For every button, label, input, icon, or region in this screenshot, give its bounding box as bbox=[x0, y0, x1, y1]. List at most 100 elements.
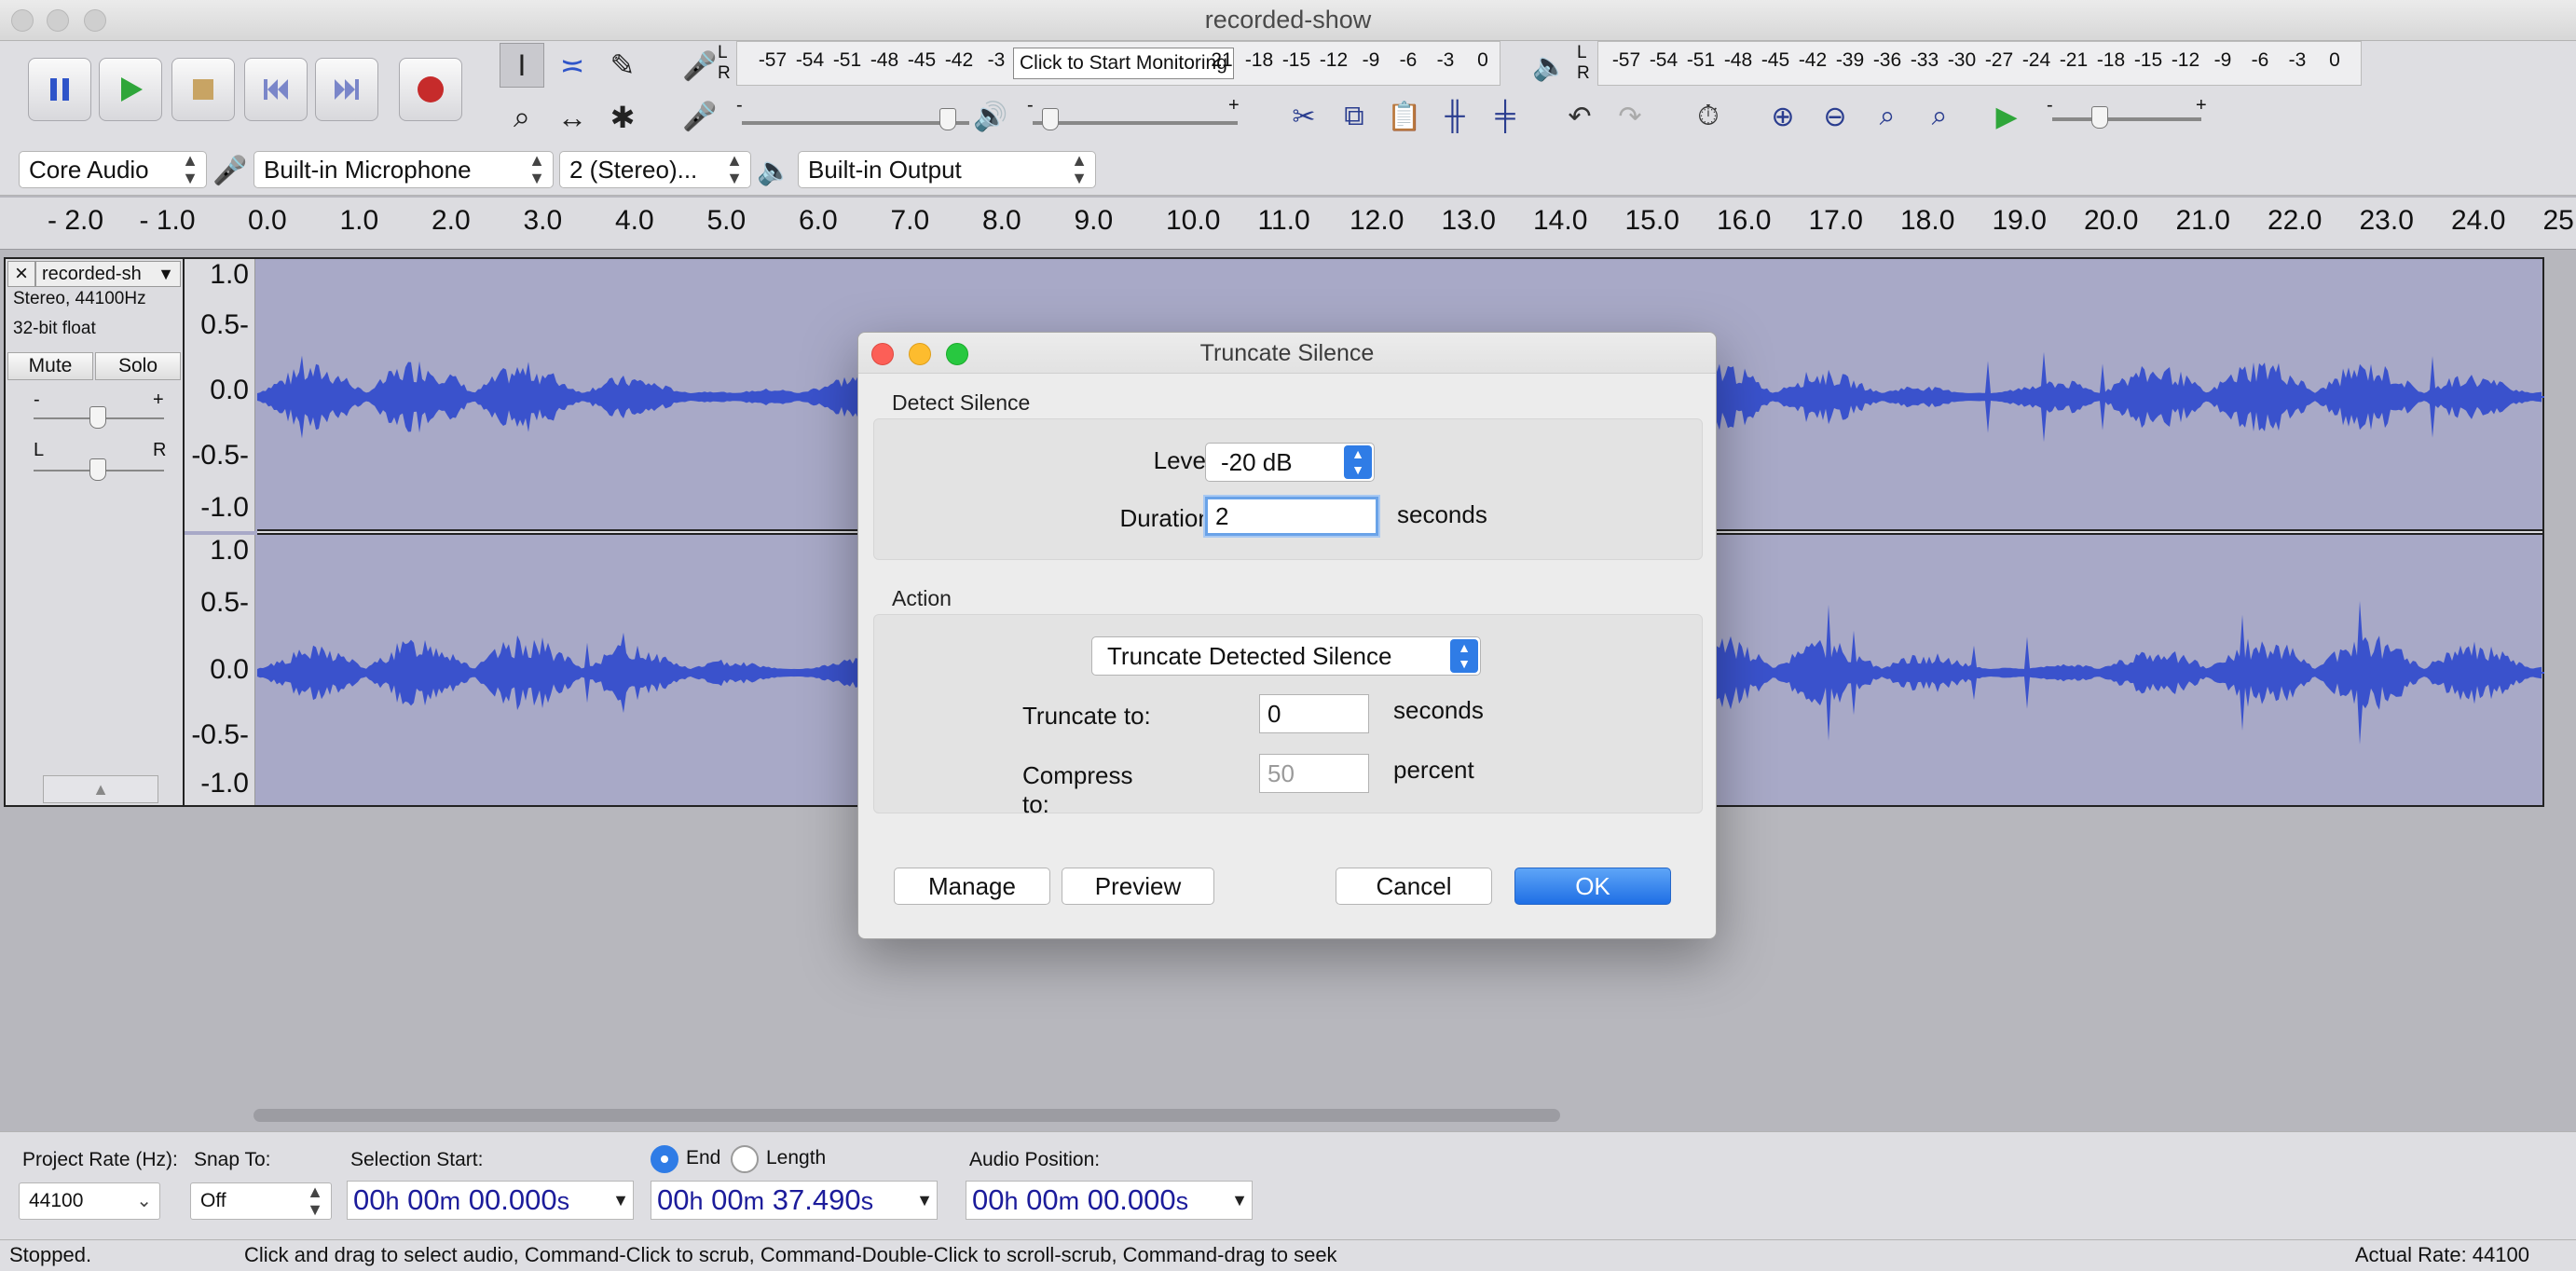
play-speed-track[interactable] bbox=[2052, 117, 2201, 121]
record-meter[interactable]: -57 -54 -51 -48 -45 -42 -3 Click to Star… bbox=[736, 41, 1500, 86]
play-at-speed-button[interactable]: ▶ bbox=[1985, 95, 2028, 138]
record-icon bbox=[418, 76, 444, 102]
pan-slider[interactable] bbox=[89, 458, 106, 481]
envelope-icon: ≍ bbox=[559, 48, 585, 82]
envelope-tool-button[interactable]: ≍ bbox=[550, 43, 595, 88]
ruler-tick-label: 14.0 bbox=[1533, 205, 1588, 236]
stop-button[interactable] bbox=[171, 58, 235, 121]
zoom-in-icon: ⊕ bbox=[1771, 101, 1795, 132]
preview-button[interactable]: Preview bbox=[1062, 868, 1214, 905]
end-radio[interactable] bbox=[651, 1145, 678, 1173]
solo-button[interactable]: Solo bbox=[95, 352, 181, 380]
play-speed-slider[interactable] bbox=[2091, 106, 2108, 129]
copy-icon: ⧉ bbox=[1344, 101, 1364, 131]
selection-toolbar: Project Rate (Hz): 44100 ⌄ Snap To: Off ▲ ▼… bbox=[0, 1131, 2576, 1239]
input-volume-slider[interactable] bbox=[939, 108, 956, 130]
play-button[interactable] bbox=[99, 58, 162, 121]
vertical-ruler-left-channel: 1.0 0.5- 0.0 -0.5- -1.0 bbox=[185, 259, 255, 531]
device-toolbar: Core Audio ▲ ▼ 🎤 Built-in Microphone ▲ ▼ 2 (… bbox=[0, 147, 1109, 194]
fit-project-icon: ⌕ bbox=[1931, 101, 1948, 131]
compress-to-input[interactable]: 50 bbox=[1259, 754, 1369, 793]
truncate-to-input[interactable]: 0 bbox=[1259, 694, 1369, 733]
snap-to-select[interactable]: Off ▲ ▼ bbox=[190, 1182, 332, 1220]
output-volume-track[interactable] bbox=[1033, 121, 1238, 125]
mute-button[interactable]: Mute bbox=[7, 352, 93, 380]
input-volume-track[interactable] bbox=[742, 121, 969, 125]
copy-button[interactable]: ⧉ bbox=[1333, 95, 1376, 138]
record-meter-mic-icon[interactable]: 🎤 bbox=[678, 45, 721, 88]
collapse-track-button[interactable]: ▲ bbox=[43, 775, 158, 803]
redo-button[interactable]: ↷ bbox=[1609, 95, 1651, 138]
selection-start-time[interactable]: 00h 00m 00.000s ▼ bbox=[347, 1181, 634, 1220]
timeshift-tool-button[interactable]: ↔ bbox=[550, 95, 595, 140]
zoom-in-button[interactable]: ⊕ bbox=[1761, 95, 1804, 138]
undo-button[interactable]: ↶ bbox=[1558, 95, 1601, 138]
ruler-tick-label: 18.0 bbox=[1900, 205, 1955, 236]
record-button[interactable] bbox=[399, 58, 462, 121]
playback-meter[interactable]: -57 -54 -51 -48 -45 -42 -39 -36 -33 -30 … bbox=[1597, 41, 2362, 86]
end-radio-label: End bbox=[686, 1147, 721, 1168]
playback-device-select[interactable]: Built-in Output ▲ ▼ bbox=[798, 151, 1096, 188]
cut-button[interactable]: ✂ bbox=[1282, 95, 1325, 138]
gain-slider[interactable] bbox=[89, 406, 106, 429]
cancel-button[interactable]: Cancel bbox=[1336, 868, 1492, 905]
ruler-tick-label: 15.0 bbox=[1624, 205, 1679, 236]
skip-end-icon bbox=[335, 79, 359, 100]
zoom-out-button[interactable]: ⊖ bbox=[1814, 95, 1857, 138]
triangle-down-icon: ▼ bbox=[1231, 1191, 1248, 1210]
monitoring-tooltip[interactable]: Click to Start Monitoring bbox=[1013, 48, 1234, 79]
input-volume-mic-icon: 🎤 bbox=[682, 101, 718, 132]
ruler-tick-label: 7.0 bbox=[890, 205, 930, 236]
level-select[interactable]: -20 dB ▲ ▼ bbox=[1205, 443, 1375, 482]
ruler-tick-label: 5.0 bbox=[706, 205, 747, 236]
fit-project-button[interactable]: ⌕ bbox=[1918, 95, 1961, 138]
recording-channels-select[interactable]: 2 (Stereo)... ▲ ▼ bbox=[559, 151, 751, 188]
audio-host-select[interactable]: Core Audio ▲ ▼ bbox=[19, 151, 207, 188]
length-radio[interactable] bbox=[731, 1145, 759, 1173]
selection-tool-button[interactable]: I bbox=[500, 43, 544, 88]
fit-selection-button[interactable]: ⌕ bbox=[1866, 95, 1909, 138]
ruler-tick-label: 2.0 bbox=[432, 205, 471, 236]
skip-to-end-button[interactable] bbox=[315, 58, 378, 121]
output-volume-slider[interactable] bbox=[1042, 108, 1059, 130]
track-menu-button[interactable]: recorded-sh ▼ bbox=[35, 261, 181, 287]
ruler-tick-label: 4.0 bbox=[615, 205, 654, 236]
ruler-tick-label: 13.0 bbox=[1441, 205, 1496, 236]
ruler-tick-label: 3.0 bbox=[523, 205, 563, 236]
skip-to-start-button[interactable] bbox=[244, 58, 308, 121]
ok-button[interactable]: OK bbox=[1514, 868, 1671, 905]
close-track-button[interactable]: × bbox=[7, 261, 35, 287]
duration-unit: seconds bbox=[1397, 500, 1487, 528]
project-rate-select[interactable]: 44100 ⌄ bbox=[19, 1182, 160, 1220]
playback-meter-speaker-icon[interactable]: 🔈 bbox=[1528, 45, 1571, 88]
track-format-info: Stereo, 44100Hz bbox=[13, 289, 146, 308]
zoom-tool-button[interactable]: ⌕ bbox=[500, 95, 544, 140]
timeline-ruler[interactable]: - 2.0 - 1.0 0.0 1.0 2.0 3.0 4.0 5.0 6.0 7.0 8.0 9.0… bbox=[0, 198, 2576, 250]
multi-tool-button[interactable]: ✱ bbox=[600, 95, 645, 140]
pause-button[interactable] bbox=[28, 58, 91, 121]
skip-start-icon bbox=[264, 79, 288, 100]
chevron-updown-icon: ▲ ▼ bbox=[1344, 445, 1372, 479]
manage-button[interactable]: Manage bbox=[894, 868, 1050, 905]
horizontal-scrollbar[interactable] bbox=[253, 1109, 1560, 1122]
track-bitdepth-info: 32-bit float bbox=[13, 319, 96, 338]
ibeam-icon: I bbox=[517, 48, 527, 82]
playback-device-speaker-icon: 🔈 bbox=[757, 155, 792, 186]
compress-to-label: Compress to: bbox=[1022, 761, 1133, 818]
duration-input[interactable]: 2 bbox=[1205, 497, 1378, 536]
ruler-tick-label: 8.0 bbox=[982, 205, 1021, 236]
action-select[interactable]: Truncate Detected Silence ▲ ▼ bbox=[1091, 636, 1481, 676]
ruler-tick-label: 23.0 bbox=[2359, 205, 2414, 236]
paste-button[interactable]: 📋 bbox=[1383, 95, 1426, 138]
silence-button[interactable]: ╪ bbox=[1484, 95, 1527, 138]
selection-end-time[interactable]: 00h 00m 37.490s ▼ bbox=[651, 1181, 938, 1220]
audio-position-time[interactable]: 00h 00m 00.000s ▼ bbox=[966, 1181, 1253, 1220]
zoom-out-icon: ⊖ bbox=[1823, 101, 1847, 132]
sync-lock-button[interactable]: ⏱ bbox=[1687, 95, 1730, 138]
ruler-tick-label: 6.0 bbox=[799, 205, 838, 236]
trim-button[interactable]: ╫ bbox=[1433, 95, 1476, 138]
silence-audio-icon: ╪ bbox=[1495, 101, 1515, 131]
playback-meter-left-label: L bbox=[1577, 43, 1587, 62]
draw-tool-button[interactable]: ✎ bbox=[600, 43, 645, 88]
recording-device-select[interactable]: Built-in Microphone ▲ ▼ bbox=[253, 151, 554, 188]
